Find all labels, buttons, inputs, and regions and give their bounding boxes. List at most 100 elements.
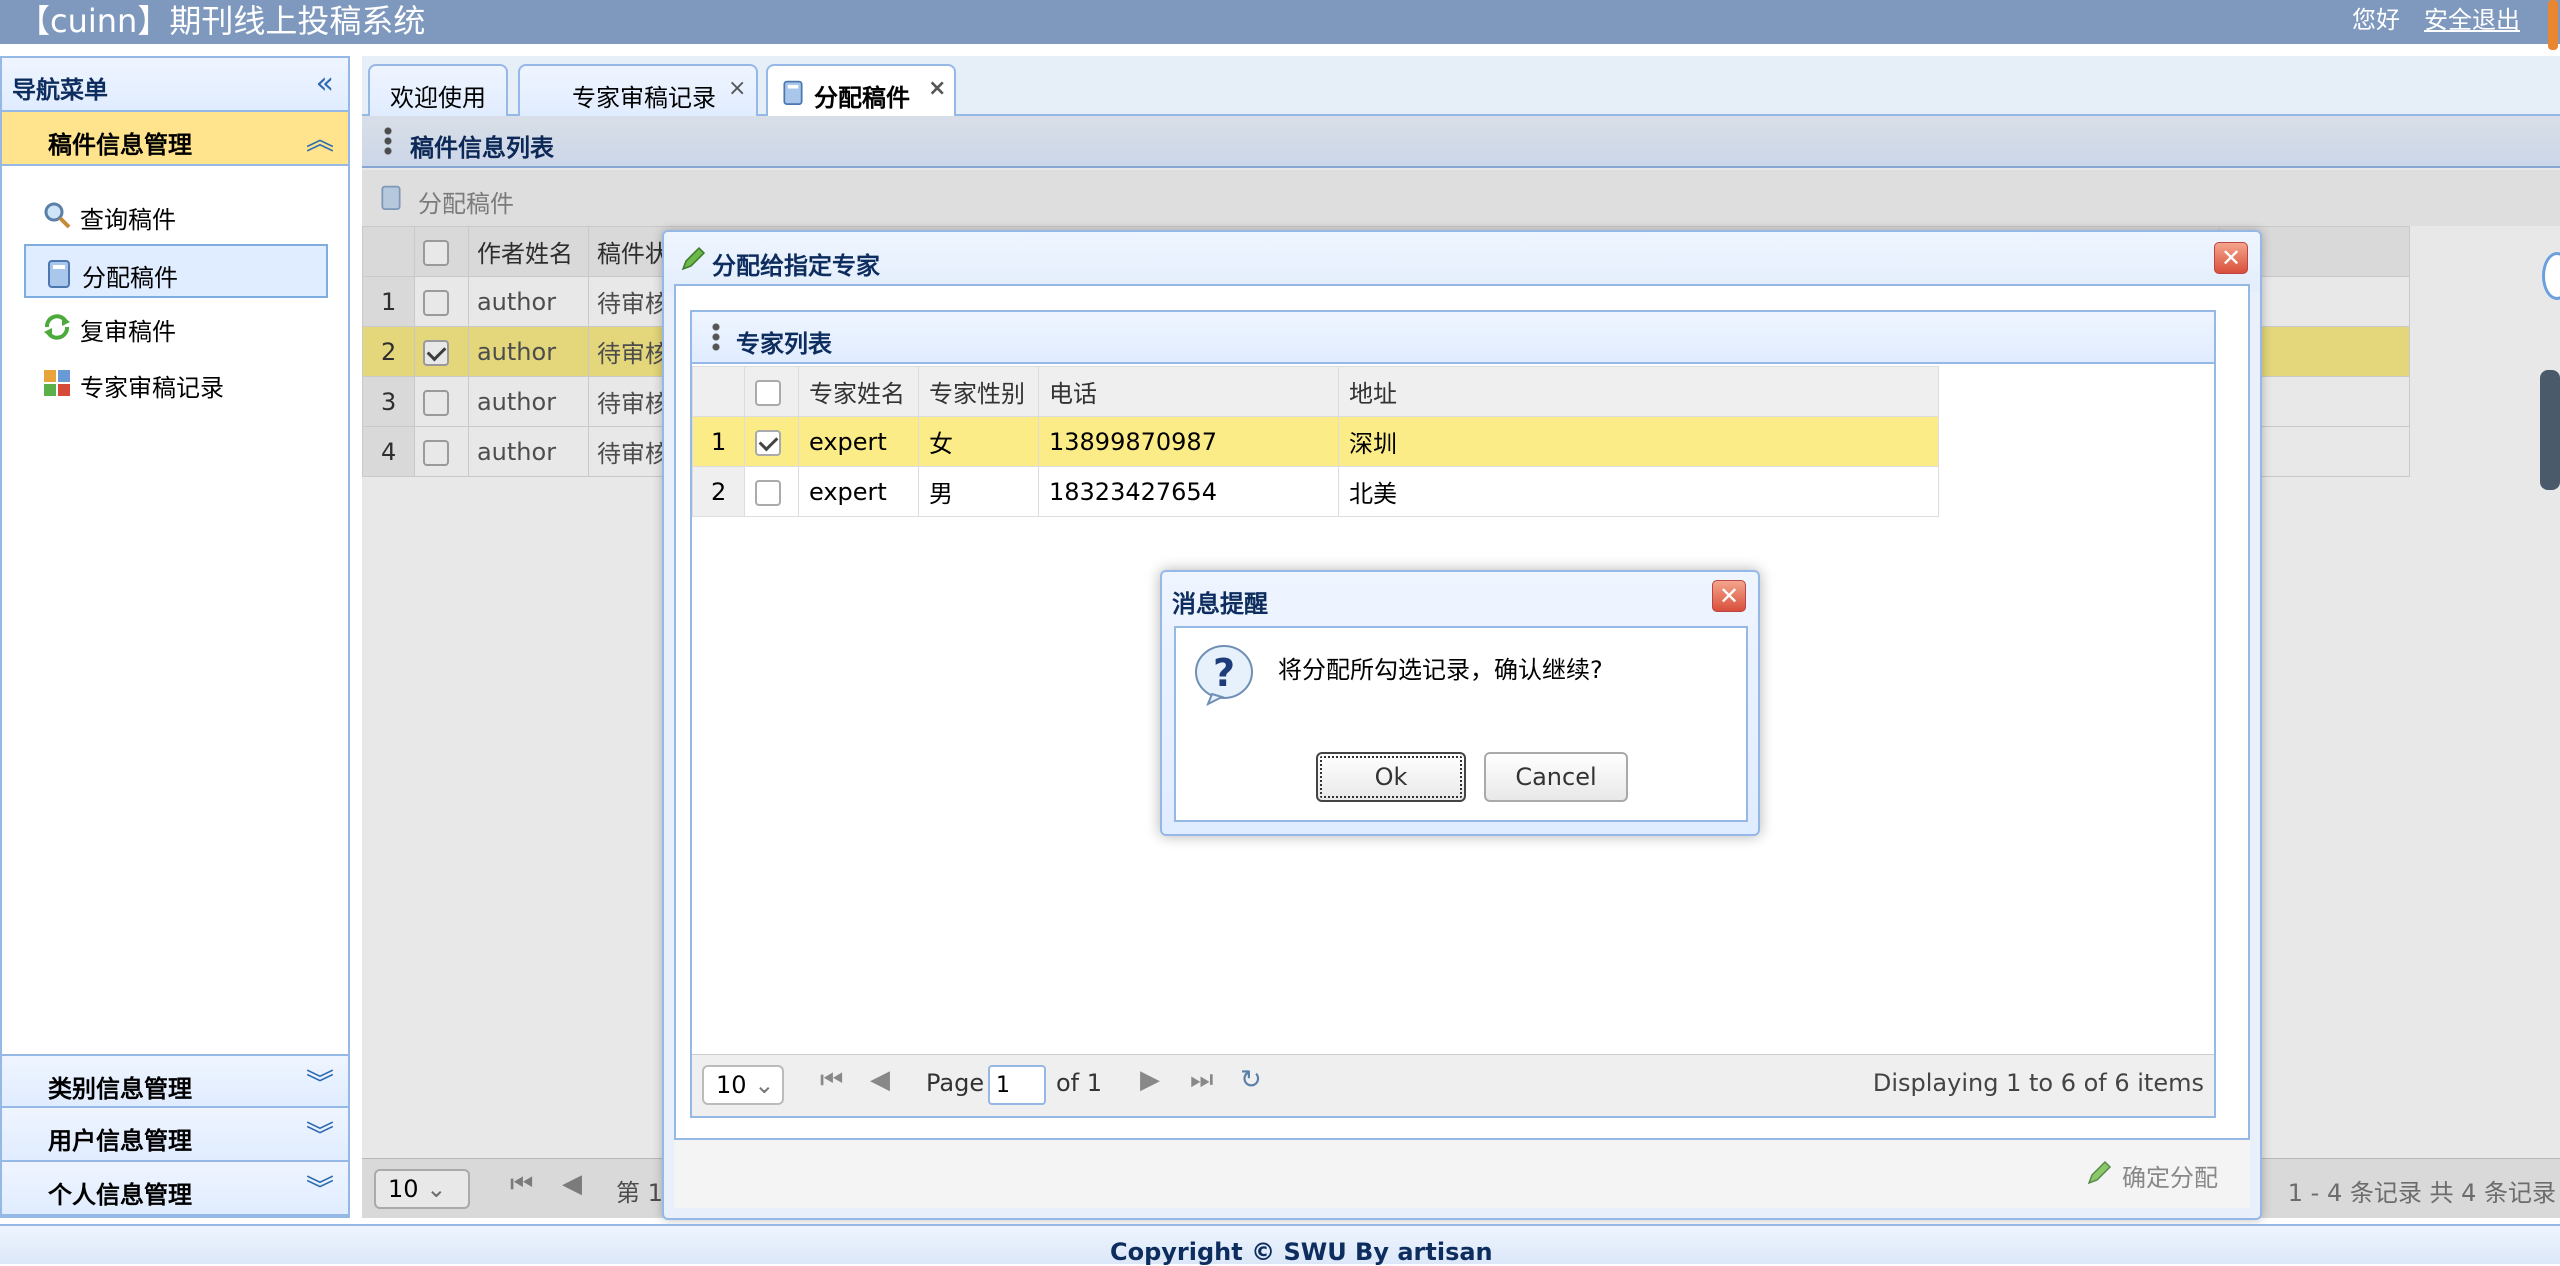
pager-info: Displaying 1 to 6 of 6 items	[1872, 1069, 2204, 1097]
dialog-message: 将分配所勾选记录，确认继续?	[1278, 656, 1603, 684]
scroll-indicator	[2548, 0, 2558, 50]
page-footer: Copyright © SWU By artisan	[0, 1224, 2560, 1266]
expert-gender-cell: 女	[918, 416, 1039, 467]
column-header[interactable]: 专家姓名	[798, 366, 919, 417]
copyright-text: Copyright © SWU By artisan	[1110, 1238, 1493, 1266]
grid-icon	[44, 370, 70, 396]
row-number: 2	[692, 466, 745, 517]
table-row[interactable]: 2 expert 男 18323427654 北美	[692, 466, 1939, 517]
page-of-label: of 1	[1056, 1069, 1103, 1097]
refresh-icon[interactable]: ↻	[1240, 1065, 1262, 1095]
panel-title: 专家列表	[736, 330, 832, 358]
chevron-down-icon[interactable]: ︾	[306, 1062, 334, 1102]
row-checkbox[interactable]	[755, 479, 781, 506]
page-size-value: 10	[716, 1071, 747, 1099]
nav-item-expert-records[interactable]: 专家审稿记录	[24, 356, 328, 410]
expert-gender-cell: 男	[918, 466, 1039, 517]
svg-text:?: ?	[1213, 651, 1235, 695]
last-page-icon[interactable]: ⏭	[1190, 1065, 1213, 1096]
tab-assign[interactable]: 分配稿件 ×	[766, 64, 956, 116]
pencil-icon	[681, 246, 706, 271]
chevron-down-icon[interactable]: ︾	[306, 1168, 334, 1208]
close-icon[interactable]: ✕	[1712, 580, 1746, 612]
ok-button[interactable]: Ok	[1316, 752, 1466, 802]
column-header[interactable]: 电话	[1038, 366, 1339, 417]
row-checkbox[interactable]	[755, 429, 781, 456]
select-all-checkbox[interactable]	[755, 379, 781, 406]
nav-item-label: 查询稿件	[80, 206, 176, 234]
close-icon[interactable]: ✕	[2214, 242, 2248, 274]
grid-header-row: 专家姓名 专家性别 电话 地址	[692, 366, 1939, 417]
tab-label: 专家审稿记录	[572, 84, 716, 112]
page-label: Page	[926, 1069, 985, 1097]
first-page-icon[interactable]: ⏮	[820, 1065, 843, 1096]
nav-group-label: 个人信息管理	[48, 1181, 192, 1209]
nav-item-review[interactable]: 复审稿件	[24, 300, 328, 354]
navigation-panel: 导航菜单 « 稿件信息管理 ︽ 查询稿件 分配稿件 复审稿件 专家审稿记录 类别…	[0, 56, 350, 1218]
expert-name-cell: expert	[798, 416, 919, 467]
row-number: 1	[692, 416, 745, 467]
nav-item-label: 专家审稿记录	[80, 374, 224, 402]
nav-group-label: 类别信息管理	[48, 1075, 192, 1103]
nav-header: 导航菜单 «	[2, 58, 348, 112]
column-header[interactable]: 地址	[1338, 366, 1939, 417]
expert-pager: 10 ⌄ ⏮ ◀ Page of 1 ▶ ⏭ ↻ Displaying 1 to…	[692, 1054, 2214, 1116]
column-header[interactable]: 专家性别	[918, 366, 1039, 417]
select-all-cell	[744, 366, 799, 417]
document-icon	[783, 80, 803, 106]
dialog-body: ? 将分配所勾选记录，确认继续? Ok Cancel	[1174, 626, 1748, 822]
expert-address-cell: 北美	[1338, 466, 1939, 517]
document-icon	[48, 260, 70, 288]
next-page-icon[interactable]: ▶	[1140, 1065, 1160, 1095]
expert-name-cell: expert	[798, 466, 919, 517]
collapse-left-icon[interactable]: «	[316, 66, 334, 101]
panel-header: 专家列表	[692, 312, 2214, 364]
confirm-assign-button[interactable]: 确定分配	[2122, 1158, 2218, 1193]
page-number-input[interactable]	[988, 1065, 1046, 1105]
question-icon: ?	[1195, 645, 1253, 706]
nav-item-query[interactable]: 查询稿件	[24, 188, 328, 242]
nav-title: 导航菜单	[12, 76, 108, 104]
app-title: 【cuinn】期刊线上投稿系统	[18, 2, 426, 40]
chevron-down-icon[interactable]: ︾	[306, 1114, 334, 1154]
cancel-button[interactable]: Cancel	[1484, 752, 1628, 802]
nav-item-label: 复审稿件	[80, 318, 176, 346]
nav-item-label: 分配稿件	[82, 264, 178, 292]
tab-welcome[interactable]: 欢迎使用	[368, 64, 508, 116]
confirm-dialog: 消息提醒 ✕ ? 将分配所勾选记录，确认继续? Ok Cancel	[1160, 570, 1760, 836]
tab-bar: 欢迎使用 专家审稿记录 × 分配稿件 ×	[362, 56, 2560, 116]
row-number-header	[692, 366, 745, 417]
nav-group-manuscript[interactable]: 稿件信息管理 ︽	[2, 112, 348, 166]
page-size-select[interactable]: 10 ⌄	[702, 1065, 784, 1105]
expert-phone-cell: 18323427654	[1038, 466, 1339, 517]
greeting-text: 您好	[2352, 6, 2400, 34]
pencil-icon	[2087, 1160, 2112, 1185]
chevron-up-icon[interactable]: ︽	[306, 118, 334, 158]
dialog-title: 消息提醒	[1172, 590, 1268, 618]
window-title: 分配给指定专家	[712, 252, 880, 280]
expert-grid: 专家姓名 专家性别 电话 地址 1 expert 女 13899870987 深…	[692, 366, 1939, 517]
tab-label: 分配稿件	[814, 84, 910, 112]
tab-label: 欢迎使用	[390, 84, 486, 112]
close-icon[interactable]: ×	[728, 76, 746, 101]
nav-group-label: 用户信息管理	[48, 1127, 192, 1155]
nav-group-label: 稿件信息管理	[48, 131, 192, 159]
nav-item-assign[interactable]: 分配稿件	[24, 244, 328, 298]
window-footer: 确定分配	[674, 1140, 2250, 1208]
nav-group-personal[interactable]: 个人信息管理 ︾	[2, 1162, 348, 1216]
side-widget	[2540, 370, 2560, 490]
close-icon[interactable]: ×	[928, 76, 946, 101]
manuscript-menu: 查询稿件 分配稿件 复审稿件 专家审稿记录	[2, 166, 348, 1052]
tab-expert-records[interactable]: 专家审稿记录 ×	[518, 64, 758, 116]
expert-address-cell: 深圳	[1338, 416, 1939, 467]
app-header: 【cuinn】期刊线上投稿系统 您好 安全退出	[0, 0, 2560, 50]
refresh-icon	[44, 314, 70, 340]
drag-handle-icon	[712, 322, 720, 352]
logout-link[interactable]: 安全退出	[2424, 0, 2520, 35]
nav-group-category[interactable]: 类别信息管理 ︾	[2, 1054, 348, 1108]
nav-group-user[interactable]: 用户信息管理 ︾	[2, 1108, 348, 1162]
prev-page-icon[interactable]: ◀	[870, 1065, 890, 1095]
search-icon	[44, 202, 71, 229]
expert-phone-cell: 13899870987	[1038, 416, 1339, 467]
table-row[interactable]: 1 expert 女 13899870987 深圳	[692, 416, 1939, 467]
